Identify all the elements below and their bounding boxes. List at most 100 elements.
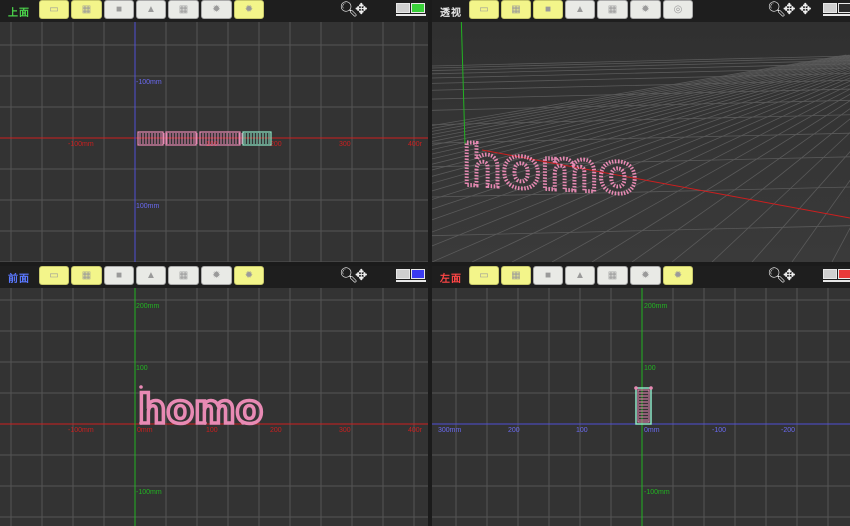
fit-view-icon: ▭ xyxy=(479,3,489,15)
fit-view-icon: ▭ xyxy=(49,269,59,281)
grid-button[interactable]: ▦ xyxy=(168,0,199,19)
pan-icon[interactable]: ✥ xyxy=(783,1,796,19)
y-label-200: 200mm xyxy=(136,303,160,310)
cylinder-icon: ▲ xyxy=(575,269,585,281)
fit-view-button[interactable]: ▭ xyxy=(39,0,69,19)
settings-button[interactable]: ✹ xyxy=(201,0,232,19)
model-perspective[interactable]: homo xyxy=(460,132,639,210)
x-label-neg100: -100mm xyxy=(68,427,94,434)
grid-icon: ▦ xyxy=(607,269,618,281)
frame-icon: ▦ xyxy=(511,3,521,15)
fit-view-button[interactable]: ▭ xyxy=(469,266,499,285)
gear-icon: ✹ xyxy=(641,3,650,15)
viewport-left[interactable]: 300mm 200 100 0mm -100 -200 200mm 100 -1… xyxy=(432,266,850,526)
refresh-button[interactable]: ◎ xyxy=(663,0,693,19)
grid xyxy=(432,288,850,526)
settings-button[interactable]: ✹ xyxy=(630,0,661,19)
z-label-neg100: -100 xyxy=(712,427,726,434)
front-view-canvas[interactable]: -100mm 0mm 100 200 300 400r 200mm 100 -1… xyxy=(0,266,428,526)
cylinder-button[interactable]: ▲ xyxy=(565,0,595,19)
z-label-300: 300mm xyxy=(438,427,462,434)
viewport-perspective[interactable]: homo 透视 ▭ ▦ ■ ▲ ▦ ✹ ◎ 🔍︎ ✥ ✥ xyxy=(432,0,850,262)
cube-icon: ■ xyxy=(544,269,552,281)
fit-view-icon: ▭ xyxy=(479,269,489,281)
frame-icon: ▦ xyxy=(81,3,92,15)
refresh-icon: ◎ xyxy=(673,3,683,15)
viewport-title[interactable]: 上面 xyxy=(8,4,30,19)
viewport-title[interactable]: 左面 xyxy=(440,270,462,285)
pan-icon[interactable]: ✥ xyxy=(355,1,368,19)
grid-button[interactable]: ▦ xyxy=(597,266,628,285)
model-left-view[interactable] xyxy=(634,386,653,425)
viewport-title[interactable]: 前面 xyxy=(8,270,30,285)
cylinder-button[interactable]: ▲ xyxy=(136,0,166,19)
cube-button[interactable]: ■ xyxy=(104,0,134,19)
cylinder-icon: ▲ xyxy=(146,3,156,15)
cylinder-icon: ▲ xyxy=(575,3,585,15)
cube-button[interactable]: ■ xyxy=(104,266,134,285)
x-label-200: 200 xyxy=(270,141,282,148)
perspective-canvas[interactable]: homo xyxy=(432,0,850,262)
grid-button[interactable]: ▦ xyxy=(168,266,199,285)
cube-icon: ■ xyxy=(115,3,123,15)
toolbar-left: 左面 ▭ ▦ ■ ▲ ▦ ✹ ✹ 🔍︎ ✥ xyxy=(432,266,850,288)
monitor-icon[interactable] xyxy=(396,3,426,16)
x-label-300: 300 xyxy=(339,427,351,434)
viewport-front[interactable]: -100mm 0mm 100 200 300 400r 200mm 100 -1… xyxy=(0,266,428,526)
fit-view-button[interactable]: ▭ xyxy=(469,0,499,19)
y-label-100: 100 xyxy=(136,365,148,372)
model-text-3d[interactable]: homo xyxy=(460,132,639,210)
frame-button[interactable]: ▦ xyxy=(501,0,531,19)
pan-icon[interactable]: ✥ xyxy=(355,267,368,285)
toolbar-top: 上面 ▭ ▦ ■ ▲ ▦ ✹ ✹ 🔍︎ ✥ xyxy=(0,0,428,22)
orbit-icon[interactable]: ✥ xyxy=(799,1,812,19)
settings-button[interactable]: ✹ xyxy=(201,266,232,285)
fit-view-icon: ▭ xyxy=(49,3,59,15)
monitor-icon[interactable] xyxy=(823,269,850,282)
cube-button[interactable]: ■ xyxy=(533,266,563,285)
refresh-icon: ✹ xyxy=(244,3,254,15)
refresh-button[interactable]: ✹ xyxy=(234,0,264,19)
monitor-icon[interactable] xyxy=(396,269,426,282)
x-label-200: 200 xyxy=(270,427,282,434)
z-label-200: 200 xyxy=(508,427,520,434)
cube-icon: ■ xyxy=(544,3,552,15)
top-view-canvas[interactable]: -100mm 100 200 300 400r -100mm 100mm xyxy=(0,0,428,262)
viewport-title[interactable]: 透视 xyxy=(440,4,462,19)
y-label-100: 100mm xyxy=(136,203,160,210)
grid-icon: ▦ xyxy=(607,3,618,15)
y-label-neg100: -100mm xyxy=(136,489,162,496)
y-label-neg100: -100mm xyxy=(136,79,162,86)
frame-button[interactable]: ▦ xyxy=(501,266,531,285)
monitor-icon[interactable] xyxy=(823,3,850,16)
cube-icon: ■ xyxy=(115,269,123,281)
frame-icon: ▦ xyxy=(81,269,92,281)
x-label-400: 400r xyxy=(408,141,423,148)
settings-button[interactable]: ✹ xyxy=(630,266,661,285)
model-front-view[interactable]: homo xyxy=(136,385,265,435)
grid-icon: ▦ xyxy=(178,269,189,281)
fit-view-button[interactable]: ▭ xyxy=(39,266,69,285)
refresh-button[interactable]: ✹ xyxy=(234,266,264,285)
viewport-top[interactable]: -100mm 100 200 300 400r -100mm 100mm 上面 … xyxy=(0,0,428,262)
model-text-front[interactable]: homo xyxy=(136,385,265,435)
pan-icon[interactable]: ✥ xyxy=(783,267,796,285)
cylinder-button[interactable]: ▲ xyxy=(565,266,595,285)
frame-button[interactable]: ▦ xyxy=(71,0,102,19)
x-label-300: 300 xyxy=(339,141,351,148)
grid-button[interactable]: ▦ xyxy=(597,0,628,19)
gear-icon: ✹ xyxy=(212,269,221,281)
x-label-neg100: -100mm xyxy=(68,141,94,148)
refresh-icon: ✹ xyxy=(673,269,683,281)
cylinder-button[interactable]: ▲ xyxy=(136,266,166,285)
cylinder-icon: ▲ xyxy=(146,269,156,281)
y-label-200: 200mm xyxy=(644,303,668,310)
frame-button[interactable]: ▦ xyxy=(71,266,102,285)
left-view-canvas[interactable]: 300mm 200 100 0mm -100 -200 200mm 100 -1… xyxy=(432,266,850,526)
refresh-button[interactable]: ✹ xyxy=(663,266,693,285)
gear-icon: ✹ xyxy=(641,269,650,281)
frame-icon: ▦ xyxy=(511,269,521,281)
cube-button[interactable]: ■ xyxy=(533,0,563,19)
z-label-100: 100 xyxy=(576,427,588,434)
toolbar-perspective: 透视 ▭ ▦ ■ ▲ ▦ ✹ ◎ 🔍︎ ✥ ✥ xyxy=(432,0,850,22)
